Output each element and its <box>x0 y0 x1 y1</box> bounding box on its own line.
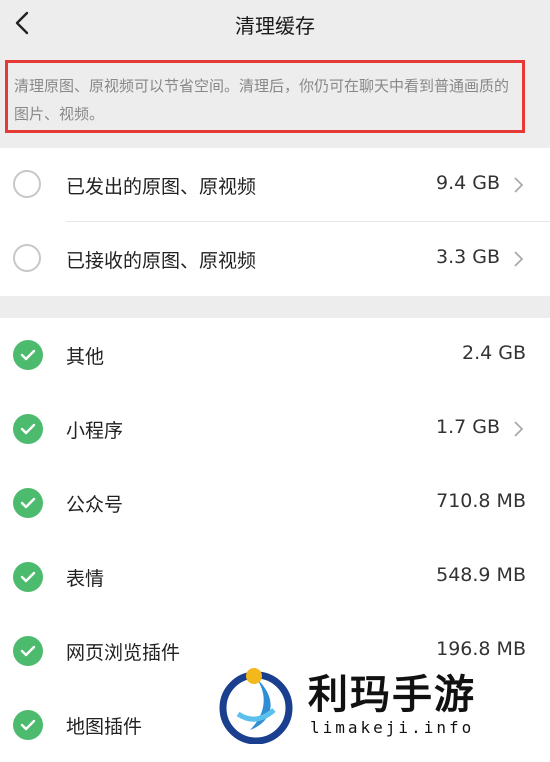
row-size: 2.4 GB <box>461 342 526 364</box>
row-size: 3.3 GB <box>435 246 500 268</box>
check-circle-icon[interactable] <box>13 710 43 740</box>
page-title: 清理缓存 <box>235 14 315 38</box>
watermark-domain: limakeji.info <box>310 718 475 737</box>
chevron-right-icon <box>514 251 524 267</box>
check-circle-icon[interactable] <box>13 636 43 666</box>
cache-row-mini-programs[interactable]: 小程序 1.7 GB <box>0 392 550 466</box>
unchecked-circle-icon[interactable] <box>13 244 41 272</box>
cache-row-official-accounts[interactable]: 公众号 710.8 MB <box>0 466 550 540</box>
cache-row-other[interactable]: 其他 2.4 GB <box>0 318 550 392</box>
received-original-media-row[interactable]: 已接收的原图、原视频 3.3 GB <box>0 222 550 296</box>
row-label: 网页浏览插件 <box>66 642 181 664</box>
cache-row-stickers[interactable]: 表情 548.9 MB <box>0 540 550 614</box>
row-label: 小程序 <box>66 420 124 442</box>
nav-header: 清理缓存 <box>0 0 550 50</box>
row-label: 公众号 <box>66 494 124 516</box>
check-circle-icon[interactable] <box>13 340 43 370</box>
check-circle-icon[interactable] <box>13 488 43 518</box>
row-label: 其他 <box>66 346 105 368</box>
chevron-right-icon <box>514 177 524 193</box>
brand-logo-icon <box>219 668 293 744</box>
check-circle-icon[interactable] <box>13 414 43 444</box>
chevron-right-icon <box>514 421 524 437</box>
row-size: 1.7 GB <box>435 416 500 438</box>
row-size: 9.4 GB <box>435 172 500 194</box>
check-circle-icon[interactable] <box>13 562 43 592</box>
row-label: 表情 <box>66 568 105 590</box>
row-label: 已接收的原图、原视频 <box>66 250 257 272</box>
row-size: 710.8 MB <box>436 490 526 512</box>
watermark-brand: 利玛手游 <box>308 672 476 718</box>
watermark: 利玛手游 limakeji.info <box>206 656 550 746</box>
row-size: 548.9 MB <box>436 564 526 586</box>
row-label: 已发出的原图、原视频 <box>66 176 257 198</box>
notice-text: 清理原图、原视频可以节省空间。清理后，你仍可在聊天中看到普通画质的图片、视频。 <box>5 60 525 133</box>
row-label: 地图插件 <box>66 716 143 738</box>
sent-original-media-row[interactable]: 已发出的原图、原视频 9.4 GB <box>0 148 550 222</box>
original-media-list: 已发出的原图、原视频 9.4 GB 已接收的原图、原视频 3.3 GB <box>0 148 550 296</box>
unchecked-circle-icon[interactable] <box>13 170 41 198</box>
